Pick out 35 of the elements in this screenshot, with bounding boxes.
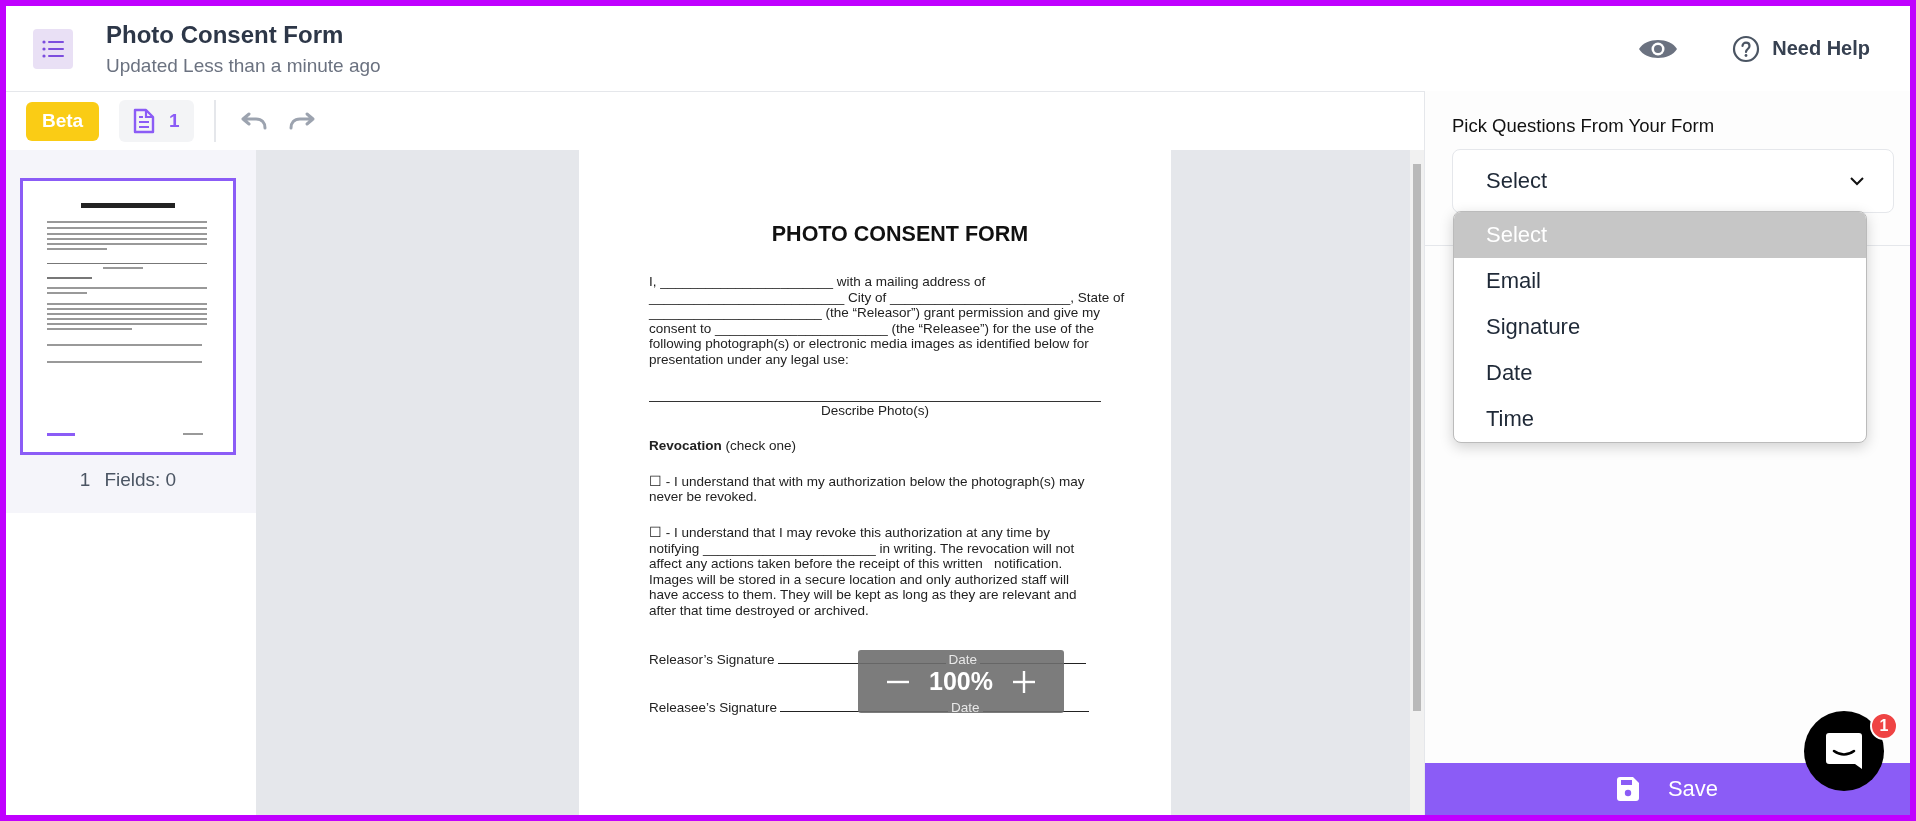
redo-icon[interactable] [287,111,316,131]
signature-label: Releasee’s Signature [649,700,778,716]
paragraph: ☐ - I understand that with my authorization below the photograph(s) may never be revoked. [649,473,1085,505]
help-icon [1732,34,1761,63]
page-number: 1 [79,469,91,491]
question-select[interactable]: Select [1452,149,1894,213]
fields-count: Fields: 0 [104,469,177,491]
paragraph: ☐ - I understand that I may revoke this authorization at any time by notifying _______________________ in writing. The revocation will not affect any actions taken before the receipt of this written notification. Images will be stored in a secure location and only authorized staff will have access to them. They will be kept as long as they are relevant and after that time destroyed or archived. [649,524,1077,619]
photo-caption: Describe Photo(s) [819,402,930,419]
chat-bubble-icon [1825,732,1863,770]
document-icon [133,108,155,134]
date-label: Date [951,700,980,716]
signature-label: Releasor’s Signature [649,651,775,668]
dropdown-option[interactable]: Date [1454,350,1866,396]
zoom-out-icon[interactable] [887,679,909,684]
zoom-level: 100% [929,667,993,696]
need-help-button[interactable]: Need Help [1732,34,1870,63]
dropdown-option[interactable]: Time [1454,396,1866,442]
form-title: Photo Consent Form [106,20,345,49]
updated-time: Updated Less than a minute ago [106,54,381,77]
paragraph: I, _______________________ with a mailing address of __________________________ City of ________________________, State of _______________________ (the “Releasor”) grant permission and give my consent to _______________________ (the “Releasee”) for the use of the following photograph(s) or electronic media images as identified below for presentation under any legal use: [649,274,1125,368]
document-title: PHOTO CONSENT FORM [770,222,1030,247]
scrollbar[interactable] [1410,150,1424,815]
menu-button[interactable] [33,28,73,69]
save-button[interactable]: Save [1425,763,1910,815]
zoom-in-icon[interactable] [1012,670,1035,693]
paragraph: Revocation (check one) [649,438,797,454]
pick-questions-label: Pick Questions From Your Form [1451,114,1716,137]
dropdown-option[interactable]: Signature [1454,304,1866,350]
date-label: Date [948,651,978,668]
undo-icon[interactable] [239,111,268,131]
list-icon [42,39,64,58]
pages-button[interactable]: 1 [119,100,194,142]
dropdown-option[interactable]: Email [1454,258,1866,304]
chevron-down-icon [1849,176,1865,186]
